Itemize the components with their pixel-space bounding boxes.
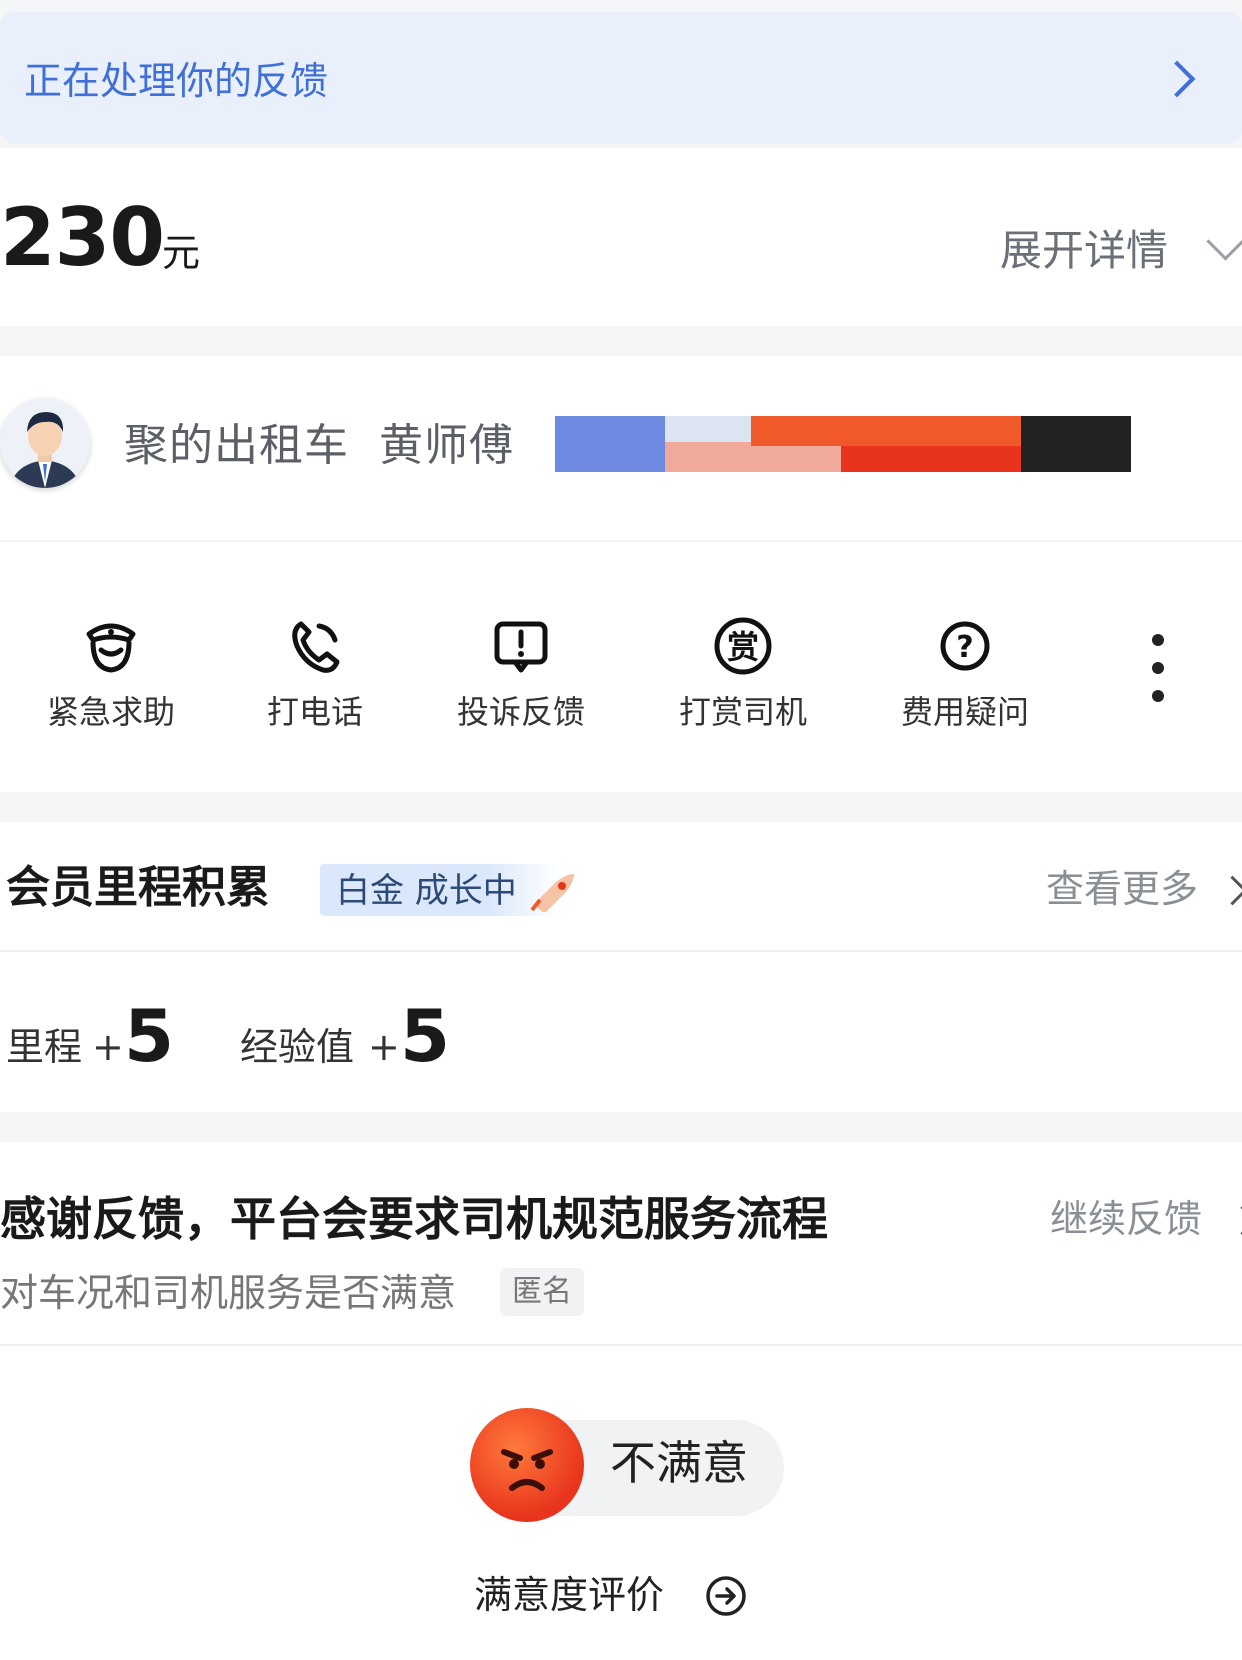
plus-sign: +: [92, 1025, 124, 1069]
rocket-icon: [530, 874, 574, 912]
divider: [0, 1344, 1242, 1346]
action-bar: 紧急求助 打电话 投诉反馈 赏 打赏司机 ? 费用疑问: [0, 542, 1242, 792]
membership-level-text: 白金 成长中: [336, 871, 517, 911]
action-label: 费用疑问: [900, 693, 1029, 731]
tip-icon: 赏: [714, 617, 772, 675]
membership-level-badge: 白金 成长中: [320, 864, 560, 916]
feedback-status-banner[interactable]: 正在处理你的反馈: [0, 12, 1242, 144]
chevron-right-icon[interactable]: [1227, 1205, 1242, 1236]
color-stripe-graphic: [555, 416, 1131, 472]
plus-sign: +: [368, 1025, 400, 1069]
tip-driver-button[interactable]: 赏 打赏司机: [648, 616, 838, 728]
action-label: 投诉反馈: [456, 693, 585, 731]
satisfaction-rating-link[interactable]: 满意度评价: [474, 1576, 664, 1614]
driver-card: 聚的出租车 黄师傅: [0, 356, 1242, 540]
complaint-icon: [494, 621, 548, 673]
feedback-status-text: 正在处理你的反馈: [24, 59, 329, 103]
svg-text:赏: 赏: [727, 628, 759, 666]
experience-label: 经验值: [240, 1025, 355, 1069]
svg-text:?: ?: [956, 630, 973, 665]
dissatisfied-label: 不满意: [610, 1436, 748, 1490]
driver-avatar: [0, 398, 90, 488]
fare-unit: 元: [162, 231, 201, 275]
fare-card: 230 元 展开详情: [0, 148, 1242, 326]
anonymous-tag: 匿名: [500, 1268, 584, 1316]
continue-feedback-link[interactable]: 继续反馈: [1050, 1200, 1202, 1238]
mileage-label: 里程: [6, 1025, 83, 1069]
feedback-card: 感谢反馈，平台会要求司机规范服务流程 继续反馈 对车况和司机服务是否满意 匿名 …: [0, 1142, 1242, 1660]
question-icon: ?: [940, 621, 990, 671]
driver-name: 黄师傅: [378, 420, 514, 471]
call-button[interactable]: 打电话: [220, 616, 410, 728]
satisfaction-question: 对车况和司机服务是否满意: [0, 1271, 457, 1315]
action-label: 打赏司机: [678, 693, 807, 731]
chevron-right-icon: [1158, 60, 1196, 98]
angry-face-icon[interactable]: [470, 1408, 584, 1522]
fee-question-button[interactable]: ? 费用疑问: [870, 616, 1060, 728]
more-options-icon[interactable]: [1148, 634, 1168, 718]
fare-amount: 230: [0, 191, 165, 284]
action-label: 紧急求助: [46, 693, 175, 731]
feedback-title: 感谢反馈，平台会要求司机规范服务流程: [0, 1192, 828, 1246]
membership-card: 会员里程积累 白金 成长中 查看更多 里程 + 5 经验值 + 5: [0, 822, 1242, 1112]
membership-title: 会员里程积累: [6, 862, 270, 913]
experience-value: 5: [400, 994, 451, 1078]
complaint-button[interactable]: 投诉反馈: [426, 616, 616, 728]
taxi-company: 聚的出租车: [124, 420, 349, 471]
police-shield-icon: [86, 623, 136, 673]
see-more-link[interactable]: 查看更多: [1046, 870, 1198, 908]
divider: [0, 950, 1242, 952]
mileage-value: 5: [124, 994, 175, 1078]
emergency-help-button[interactable]: 紧急求助: [16, 616, 206, 728]
chevron-right-icon[interactable]: [1217, 875, 1242, 906]
driver-info: 聚的出租车 黄师傅: [124, 424, 514, 468]
phone-icon: [292, 621, 340, 673]
arrow-right-circle-icon[interactable]: [704, 1574, 748, 1618]
action-label: 打电话: [266, 693, 363, 731]
expand-details-button[interactable]: 展开详情: [1000, 230, 1168, 272]
chevron-down-icon[interactable]: [1206, 222, 1242, 261]
